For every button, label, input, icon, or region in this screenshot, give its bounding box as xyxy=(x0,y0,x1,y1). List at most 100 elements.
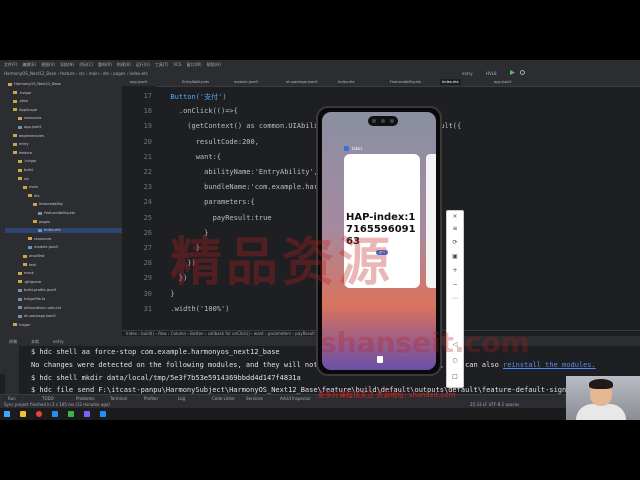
tree-item[interactable]: mock xyxy=(5,271,34,276)
editor-tab[interactable]: app.json5 xyxy=(492,79,514,85)
recent-app-card-next[interactable] xyxy=(426,154,436,288)
tree-item[interactable]: resources xyxy=(5,116,41,121)
line-number: 28 xyxy=(143,259,152,268)
file-icon xyxy=(38,211,42,215)
file-icon xyxy=(18,288,22,292)
wechat-icon[interactable] xyxy=(68,411,74,417)
terminal-link[interactable]: reinstall the modules. xyxy=(503,361,596,369)
line-number: 18 xyxy=(143,107,152,116)
menu-item[interactable]: 代码(C) xyxy=(79,62,93,67)
sdk-selector[interactable]: HVL8 xyxy=(486,71,497,76)
tree-item[interactable]: main xyxy=(5,185,38,190)
folder-icon xyxy=(28,237,32,241)
tree-item[interactable]: .gitignore xyxy=(5,280,41,285)
folder-icon xyxy=(28,194,32,198)
tree-item[interactable]: oh-package.json5 xyxy=(5,314,56,319)
menu-item[interactable]: 帮助(H) xyxy=(207,62,221,67)
windows-start-icon[interactable] xyxy=(4,411,10,417)
editor-tab[interactable]: Index.ets xyxy=(336,79,357,85)
terminal-line: $ hdc shell mkdir data/local/tmp/5e3f7b5… xyxy=(31,373,301,382)
editor-tab[interactable]: oh-package.json5 xyxy=(284,79,320,85)
tree-item[interactable]: ohosTest xyxy=(5,254,45,259)
editor-tab[interactable]: EntryAbility.ets xyxy=(180,79,211,85)
presenter-shirt xyxy=(576,404,626,420)
tree-item[interactable]: .hvigor xyxy=(5,159,37,164)
nav-path[interactable]: HarmonyOS_Next12_Base › feature › src › … xyxy=(4,71,148,76)
ide-icon[interactable] xyxy=(84,411,90,417)
menu-item[interactable]: 构建(B) xyxy=(117,62,131,67)
folder-icon xyxy=(33,202,37,206)
tree-item-label: build-profile.json5 xyxy=(24,288,57,293)
tree-item-label: main xyxy=(29,185,38,190)
device-selector[interactable]: entry xyxy=(462,71,473,76)
tree-item-label: hvigorfile.ts xyxy=(24,297,46,301)
chrome-icon[interactable] xyxy=(36,411,42,417)
tree-item[interactable]: .idea xyxy=(5,99,28,104)
tree-item-label: build xyxy=(24,168,33,172)
terminal-tab[interactable]: entry xyxy=(53,339,64,344)
tree-item[interactable]: feature xyxy=(5,151,32,156)
tree-item-label: feature xyxy=(19,150,32,155)
menu-icon[interactable]: ≡ xyxy=(451,225,459,233)
tree-item[interactable]: FeatureAbility.ets xyxy=(5,211,75,216)
folder-icon xyxy=(13,142,17,146)
folder-icon xyxy=(18,168,22,172)
menu-item[interactable]: 编辑(E) xyxy=(22,62,36,67)
file-icon xyxy=(18,125,22,129)
menu-item[interactable]: VCS xyxy=(173,62,181,67)
tree-item[interactable]: obfuscation-rules.txt xyxy=(5,306,61,311)
line-number: 20 xyxy=(143,137,152,146)
tree-item-label: app.json5 xyxy=(24,125,42,129)
tree-item[interactable]: featureability xyxy=(5,202,63,207)
menu-item[interactable]: 导航(N) xyxy=(60,62,74,67)
tree-item[interactable]: dependencies xyxy=(5,134,44,139)
tree-item[interactable]: app.json5 xyxy=(5,125,42,130)
app-icon[interactable] xyxy=(52,411,58,417)
tree-item[interactable]: AppScope xyxy=(5,108,37,113)
tree-item[interactable]: hvigor xyxy=(5,323,30,328)
menu-item[interactable]: 视图(V) xyxy=(41,62,55,67)
screenshot-icon[interactable]: ▣ xyxy=(451,253,459,261)
tree-item[interactable]: entry xyxy=(5,142,29,147)
windows-taskbar xyxy=(0,408,640,420)
menu-item[interactable]: 重构(R) xyxy=(98,62,112,67)
tree-item-label: ets xyxy=(34,193,40,198)
tree-item[interactable]: build xyxy=(5,168,33,173)
tree-item[interactable]: src xyxy=(5,177,29,182)
tree-item-label: mock xyxy=(24,271,34,276)
recent-icon[interactable]: □ xyxy=(451,373,459,381)
tree-item[interactable]: resources xyxy=(5,237,51,242)
tree-item[interactable]: module.json5 xyxy=(5,245,58,250)
camera-dot xyxy=(372,119,376,123)
close-icon[interactable]: × xyxy=(451,213,459,221)
menu-item[interactable]: 文件(F) xyxy=(4,62,17,67)
menu-item[interactable]: 运行(U) xyxy=(136,62,150,67)
terminal-tab[interactable]: 本地 xyxy=(31,339,39,345)
browser-icon[interactable] xyxy=(100,411,106,417)
tree-item[interactable]: pages xyxy=(5,220,50,225)
editor-tab[interactable]: app.json5 xyxy=(128,79,150,85)
run-icon[interactable] xyxy=(510,70,515,75)
editor-tab[interactable]: module.json5 xyxy=(232,79,260,85)
line-number: 17 xyxy=(143,92,152,100)
file-explorer-icon[interactable] xyxy=(20,411,26,417)
folder-icon xyxy=(23,263,27,267)
tree-item[interactable]: ets xyxy=(5,194,40,199)
editor-tab[interactable]: FeatureAbility.ets xyxy=(388,79,423,85)
rotate-icon[interactable]: ⟳ xyxy=(451,239,459,247)
tree-item-label: featureability xyxy=(39,202,63,207)
tree-item[interactable]: .hvigor xyxy=(5,91,32,96)
line-number: 24 xyxy=(143,198,152,207)
more-icon[interactable]: ⋯ xyxy=(451,295,459,303)
volume-down-icon[interactable]: − xyxy=(451,281,459,289)
tree-item[interactable]: HarmonyOS_Next12_Base xyxy=(5,82,61,87)
terminal-tab[interactable]: 终端 xyxy=(9,339,17,345)
tree-item[interactable]: test xyxy=(5,263,36,268)
tree-item[interactable]: build-profile.json5 xyxy=(5,288,56,293)
menu-item[interactable]: 工具(T) xyxy=(155,62,169,67)
menu-item[interactable]: 窗口(W) xyxy=(186,62,201,67)
tree-item[interactable]: hvigorfile.ts xyxy=(5,297,45,302)
editor-tab[interactable]: Index.ets xyxy=(440,79,461,85)
volume-up-icon[interactable]: + xyxy=(451,267,459,275)
debug-icon[interactable] xyxy=(520,70,525,75)
